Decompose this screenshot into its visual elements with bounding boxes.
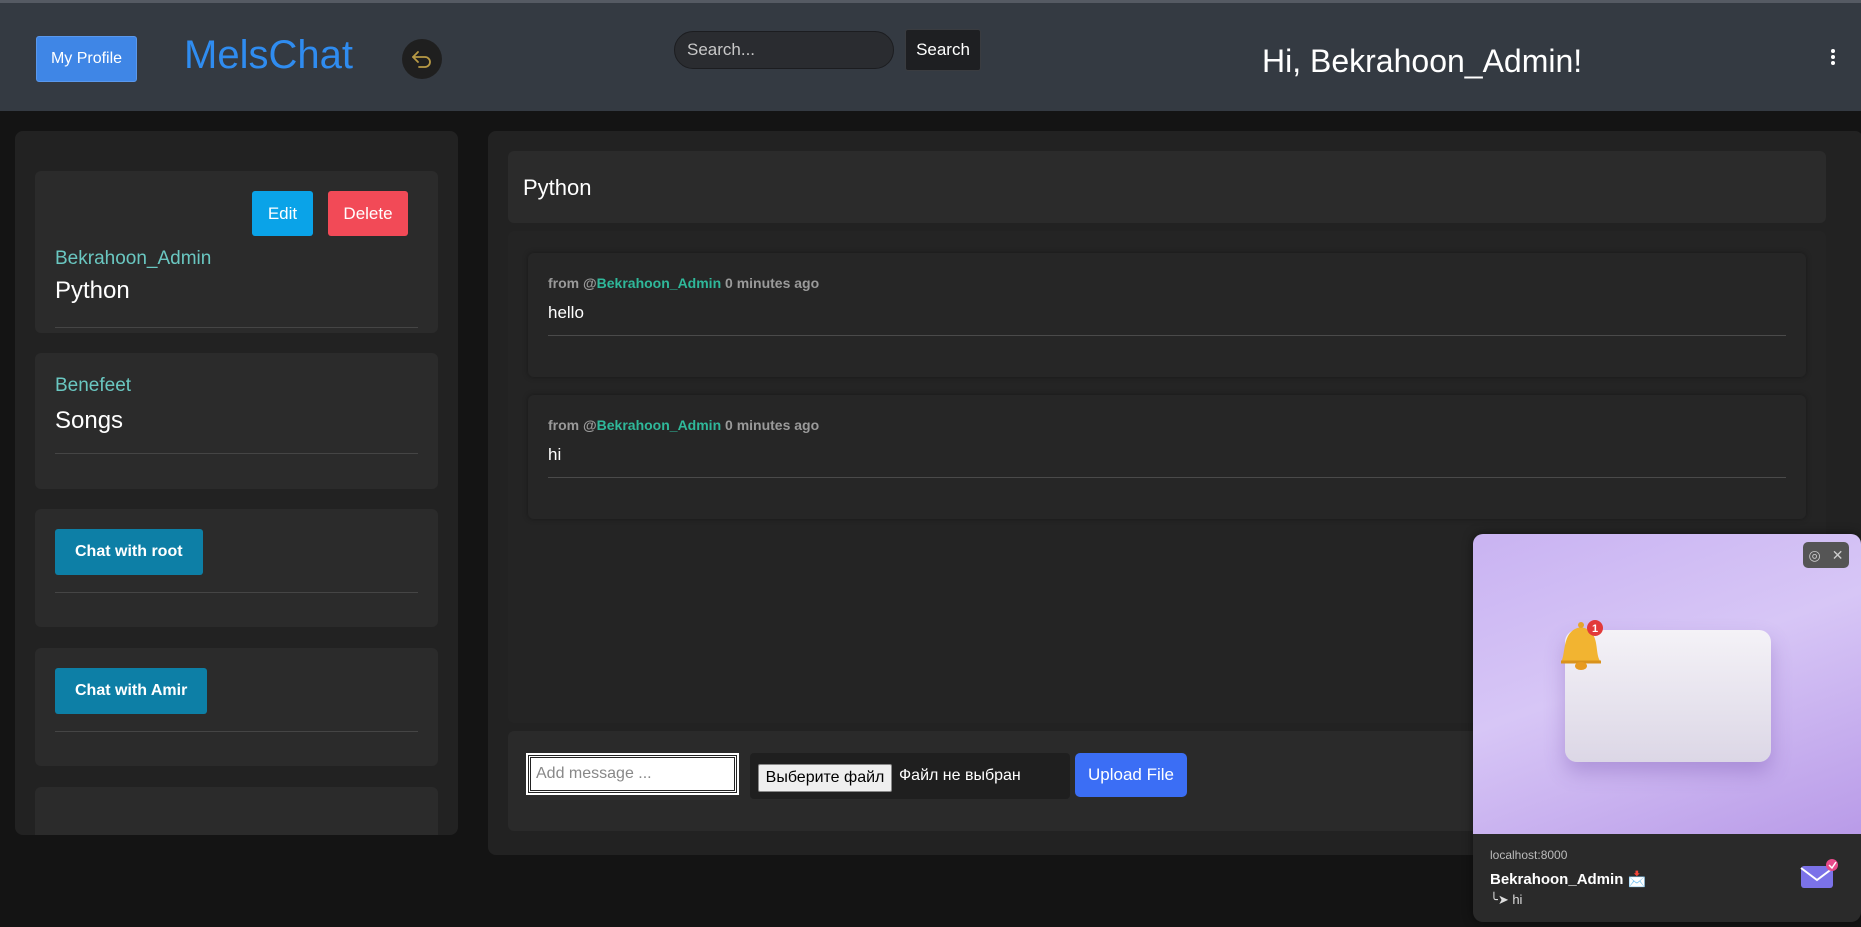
user-greeting: Hi, Bekrahoon_Admin!: [1262, 43, 1583, 79]
room-card[interactable]: Edit Delete Bekrahoon_Admin Python: [35, 171, 438, 333]
from-prefix: from @: [548, 417, 597, 433]
room-name[interactable]: Python: [55, 277, 130, 305]
notification-body: ╰➤ hi: [1490, 892, 1523, 907]
message-time: 0 minutes ago: [725, 417, 820, 433]
message-author-link[interactable]: Bekrahoon_Admin: [597, 275, 721, 291]
app-logo[interactable]: MelsChat: [184, 33, 353, 78]
notification-title: Bekrahoon_Admin 📩: [1490, 871, 1647, 888]
divider: [55, 731, 418, 732]
message-meta: from @Bekrahoon_Admin 0 minutes ago: [548, 417, 819, 433]
message-meta: from @Bekrahoon_Admin 0 minutes ago: [548, 275, 819, 291]
edit-room-button[interactable]: Edit: [252, 191, 313, 236]
message-time: 0 minutes ago: [725, 275, 820, 291]
chat-with-root-button[interactable]: Chat with root: [55, 529, 203, 575]
message-text: hello: [548, 303, 584, 322]
search-input[interactable]: [674, 31, 894, 69]
chat-card-partial: [35, 787, 438, 835]
message-text: hi: [548, 445, 562, 464]
my-profile-button[interactable]: My Profile: [36, 36, 137, 82]
notification-image: 1 ◎ ✕: [1473, 534, 1861, 834]
delete-room-button[interactable]: Delete: [328, 191, 408, 236]
rooms-sidebar: Edit Delete Bekrahoon_Admin Python Benef…: [15, 131, 458, 835]
search-button[interactable]: Search: [905, 29, 981, 71]
bell-icon: 1: [1561, 620, 1603, 670]
room-author[interactable]: Benefeet: [55, 375, 131, 397]
choose-file-button[interactable]: Выберите файл: [758, 764, 892, 792]
divider: [548, 477, 1786, 478]
top-header: My Profile MelsChat Search Hi, Bekrahoon…: [0, 3, 1861, 111]
undo-arrow-icon: [412, 51, 431, 68]
more-menu-icon[interactable]: [1826, 49, 1840, 69]
room-card[interactable]: Benefeet Songs: [35, 353, 438, 489]
settings-icon[interactable]: ◎: [1809, 547, 1821, 564]
message-author-link[interactable]: Bekrahoon_Admin: [597, 417, 721, 433]
chat-card: Chat with root: [35, 509, 438, 627]
divider: [55, 327, 418, 328]
room-name[interactable]: Songs: [55, 407, 123, 435]
room-title: Python: [523, 175, 592, 200]
mail-icon: [1800, 859, 1838, 888]
notification-origin: localhost:8000: [1490, 848, 1568, 862]
divider: [548, 335, 1786, 336]
from-prefix: from @: [548, 275, 597, 291]
close-icon[interactable]: ✕: [1832, 547, 1844, 564]
back-button[interactable]: [402, 39, 442, 79]
chat-card: Chat with Amir: [35, 648, 438, 766]
divider: [55, 592, 418, 593]
notification-badge: 1: [1592, 623, 1598, 635]
notification-controls[interactable]: ◎ ✕: [1803, 542, 1849, 568]
message-item: from @Bekrahoon_Admin 0 minutes ago hi: [528, 395, 1806, 519]
room-author[interactable]: Bekrahoon_Admin: [55, 248, 211, 270]
message-input[interactable]: [526, 753, 739, 795]
file-picker[interactable]: Выберите файл Файл не выбран: [750, 753, 1070, 799]
upload-file-button[interactable]: Upload File: [1075, 753, 1187, 797]
divider: [55, 453, 418, 454]
message-item: from @Bekrahoon_Admin 0 minutes ago hell…: [528, 253, 1806, 377]
chat-with-amir-button[interactable]: Chat with Amir: [55, 668, 208, 714]
file-status: Файл не выбран: [899, 767, 1021, 784]
room-header: Python: [508, 151, 1826, 223]
browser-notification[interactable]: 1 ◎ ✕ localhost:8000 Bekrahoon_Admin 📩 ╰…: [1473, 534, 1861, 922]
